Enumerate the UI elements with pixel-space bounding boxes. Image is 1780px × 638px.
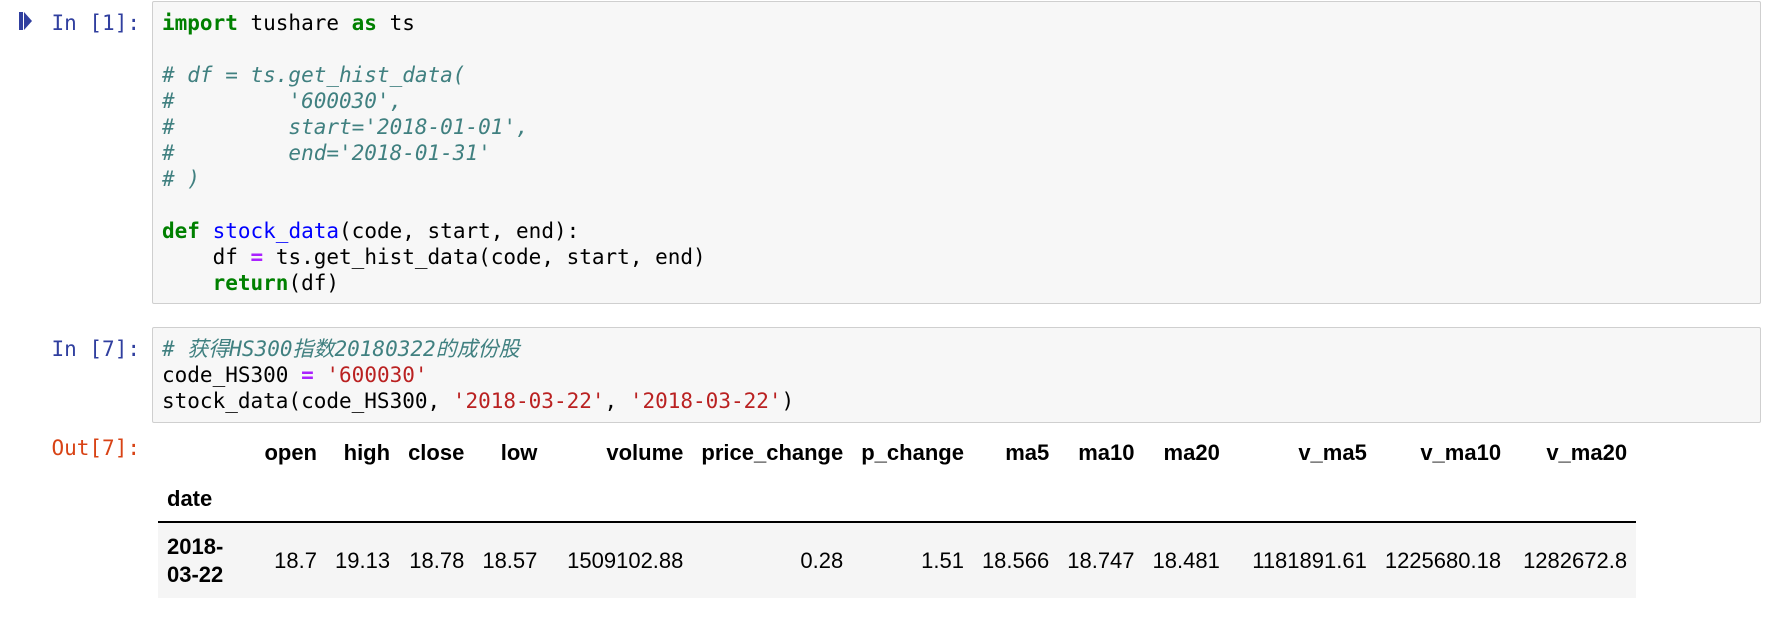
empty-header-cell (326, 476, 400, 523)
empty-header-cell (852, 476, 973, 523)
code-token: df (162, 245, 251, 269)
code-token: # '600030', (162, 89, 403, 113)
table-cell-low: 18.57 (473, 522, 547, 598)
table-row: 2018- 03-22 18.7 19.13 18.78 18.57 1509102.88… (158, 522, 1637, 598)
column-header-low: low (500, 440, 538, 465)
code-line: # start='2018-01-01', (162, 114, 1751, 140)
code-token: = (301, 363, 314, 387)
code-line: import tushare as ts (162, 10, 1751, 36)
table-cell-ma10: 18.747 (1058, 522, 1144, 598)
code-token: # start='2018-01-01', (162, 115, 529, 139)
code-token: (code, start, end): (339, 219, 580, 243)
empty-header-cell (1143, 476, 1229, 523)
table-cell-p-change: 1.51 (852, 522, 973, 598)
table-cell-volume: 1509102.88 (546, 522, 693, 598)
empty-header-cell (972, 476, 1059, 523)
empty-header-cell (546, 476, 693, 523)
column-header-v-ma10: v_ma10 (1420, 440, 1502, 465)
code-line: stock_data(code_HS300, '2018-03-22', '20… (162, 388, 1751, 414)
code-token: return (212, 271, 289, 295)
code-token: # ) (162, 167, 200, 191)
table-cell-v-ma5: 1181891.61 (1228, 522, 1376, 598)
table-cell-ma5: 18.566 (972, 522, 1059, 598)
code-line: code_HS300 = '600030' (162, 362, 1751, 388)
code-token: ts (376, 11, 415, 35)
table-cell-close: 18.78 (399, 522, 474, 598)
code-token: ) (781, 389, 795, 413)
row-index-date: 2018- 03-22 (158, 522, 240, 598)
code-token: '2018-03-22' (629, 389, 782, 413)
dataframe-table: open high close low volume price_change p_chan… (158, 430, 1637, 598)
column-header-ma10: ma10 (1078, 440, 1135, 465)
code-editor[interactable]: # 获得HS300指数20180322的成份股 code_HS300 = '600… (152, 327, 1761, 423)
code-token: (df) (288, 271, 340, 295)
table-cell-open: 18.7 (240, 522, 326, 598)
code-token: code_HS300 (162, 363, 302, 387)
column-header-ma20: ma20 (1163, 440, 1220, 465)
column-header-price-change: price_change (701, 440, 844, 465)
code-token: stock_data(code_HS300, (162, 389, 453, 413)
empty-header-cell (1375, 476, 1511, 523)
column-header-v-ma5: v_ma5 (1298, 440, 1367, 465)
code-line: # ) (162, 166, 1751, 192)
empty-header-cell (1228, 476, 1376, 523)
column-header-row: open high close low volume price_change p_chan… (158, 430, 1636, 476)
code-token: as (351, 11, 377, 35)
table-cell-ma20: 18.481 (1143, 522, 1229, 598)
code-token: = (250, 245, 264, 269)
code-line: # df = ts.get_hist_data( (162, 62, 1751, 88)
code-line: # '600030', (162, 88, 1751, 114)
column-header-open: open (264, 440, 317, 465)
input-prompt: In [7]: (51, 337, 140, 361)
code-line: # end='2018-01-31' (162, 140, 1751, 166)
empty-header-cell (240, 476, 326, 523)
index-name-header: date (158, 476, 240, 523)
code-token: , (604, 389, 630, 413)
empty-header-cell (692, 476, 853, 523)
code-token: '2018-03-22' (452, 389, 605, 413)
code-line: return(df) (162, 270, 1751, 296)
empty-header-cell (1058, 476, 1144, 523)
code-token: # end='2018-01-31' (162, 141, 491, 165)
code-line: # 获得HS300指数20180322的成份股 (162, 336, 1751, 362)
code-line: df = ts.get_hist_data(code, start, end) (162, 244, 1751, 270)
column-header-p-change: p_change (861, 440, 964, 465)
table-cell-price-change: 0.28 (692, 522, 853, 598)
code-token: # df = ts.get_hist_data( (162, 63, 466, 87)
code-token: def (162, 219, 200, 243)
table-cell-v-ma20: 1282672.8 (1510, 522, 1637, 598)
column-header-close: close (408, 440, 465, 465)
code-token: import (162, 11, 238, 35)
table-cell-high: 19.13 (326, 522, 400, 598)
code-token: tushare (237, 11, 352, 35)
code-token: # 获得HS300指数20180322的成份股 (162, 337, 520, 361)
input-prompt: In [1]: (51, 11, 140, 35)
empty-header-cell (473, 476, 547, 523)
output-prompt: Out[7]: (51, 436, 140, 460)
column-header-ma5: ma5 (1005, 440, 1050, 465)
column-header-volume: volume (606, 440, 684, 465)
code-token: '600030' (326, 363, 428, 387)
empty-header-cell (399, 476, 474, 523)
empty-header-cell (1510, 476, 1637, 523)
table-cell-v-ma10: 1225680.18 (1375, 522, 1511, 598)
column-header-v-ma20: v_ma20 (1546, 440, 1628, 465)
index-header-row: date (158, 476, 1637, 523)
code-editor[interactable]: import tushare as ts # df = ts.get_hist_d… (152, 1, 1761, 304)
code-block[interactable]: # 获得HS300指数20180322的成份股 code_HS300 = '600… (162, 336, 1751, 414)
dataframe-output: open high close low volume price_change p_chan… (158, 430, 1728, 598)
code-token: ts.get_hist_data(code, start, end) (263, 245, 706, 269)
code-line: def stock_data(code, start, end): (162, 218, 1751, 244)
code-token: stock_data (212, 219, 340, 243)
corner-header (158, 430, 240, 476)
column-header-high: high (343, 440, 391, 465)
code-block[interactable]: import tushare as ts # df = ts.get_hist_d… (162, 10, 1751, 296)
